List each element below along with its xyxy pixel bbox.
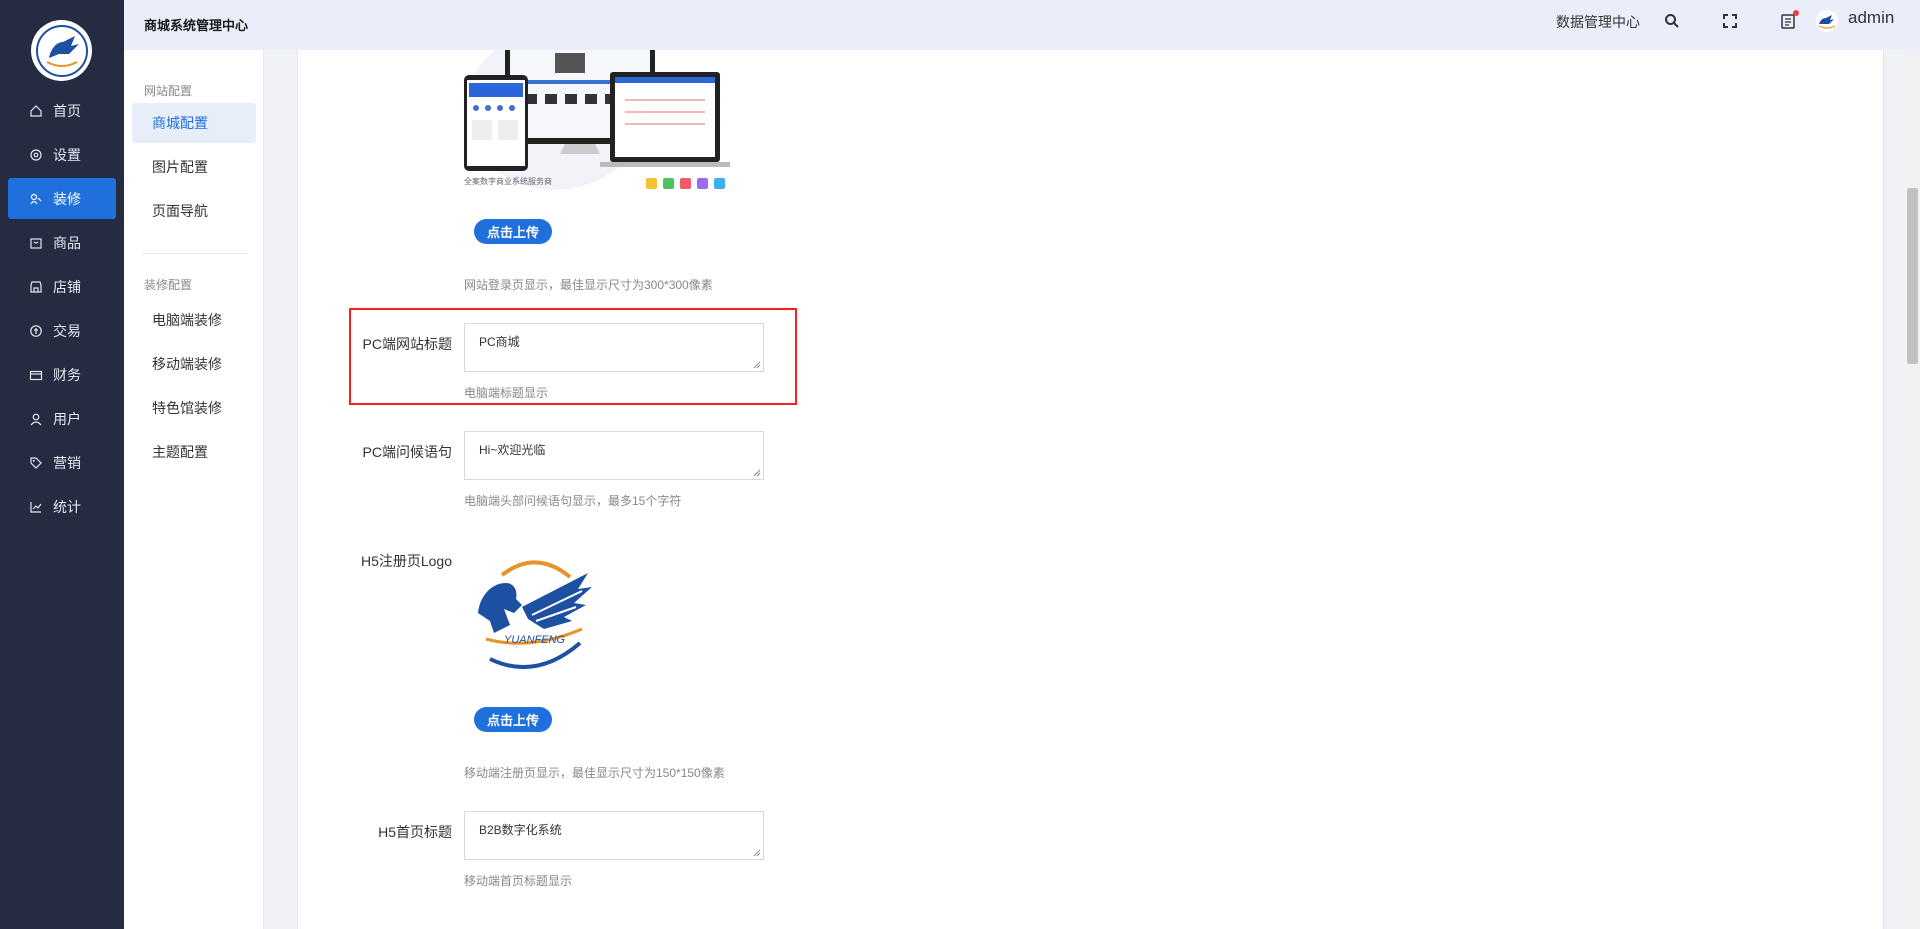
submenu-group-site: 网站配置: [144, 84, 193, 98]
finance-icon: [28, 367, 44, 383]
scrollbar-thumb[interactable]: [1907, 188, 1918, 364]
submenu-item-pc-decorate[interactable]: 电脑端装修: [132, 300, 256, 340]
system-title: 商城系统管理中心: [144, 18, 249, 33]
h5-logo-label: H5注册页Logo: [360, 553, 452, 569]
user-icon: [28, 411, 44, 427]
nav-label: 商品: [53, 234, 81, 251]
fullscreen-icon[interactable]: [1720, 11, 1740, 31]
chart-icon: [28, 499, 44, 515]
home-icon: [28, 103, 44, 119]
nav-item-decorate[interactable]: 装修: [8, 178, 116, 219]
nav-item-shop[interactable]: 店铺: [8, 266, 116, 307]
search-icon[interactable]: [1662, 11, 1682, 31]
login-logo-preview: [460, 50, 740, 193]
nav-item-settings[interactable]: 设置: [8, 134, 116, 175]
notification-dot: [1793, 10, 1799, 16]
h5-title-value: B2B数字化系统: [479, 823, 562, 837]
submenu-item-feature-decorate[interactable]: 特色馆装修: [132, 388, 256, 428]
submenu-label: 主题配置: [152, 444, 208, 460]
submenu-item-mobile-decorate[interactable]: 移动端装修: [132, 344, 256, 384]
resize-grip-icon[interactable]: [753, 469, 761, 477]
h5-logo-brand: YUANFENG: [504, 634, 566, 646]
login-logo-tip: 网站登录页显示，最佳显示尺寸为300*300像素: [464, 278, 713, 292]
username[interactable]: admin: [1848, 8, 1894, 28]
shop-icon: [28, 279, 44, 295]
nav-label: 装修: [53, 190, 81, 207]
upload-button-h5[interactable]: 点击上传: [474, 707, 552, 732]
submenu-label: 特色馆装修: [152, 400, 222, 416]
data-center-link[interactable]: 数据管理中心: [1556, 12, 1640, 32]
pc-greeting-label: PC端问候语句: [362, 444, 452, 460]
resize-grip-icon[interactable]: [753, 849, 761, 857]
decorate-icon: [28, 191, 44, 207]
nav-item-home[interactable]: 首页: [8, 90, 116, 131]
upload-button[interactable]: 点击上传: [474, 219, 552, 244]
nav-label: 统计: [53, 498, 81, 515]
nav-item-stats[interactable]: 统计: [8, 486, 116, 527]
pc-greeting-value: Hi~欢迎光临: [479, 443, 546, 457]
left-nav: 首页 设置 装修 商品 店铺 交易 财务 用户 营销 统计: [0, 0, 124, 929]
sub-menu: 网站配置 商城配置 图片配置 页面导航 装修配置 电脑端装修 移动端装修 特色馆…: [124, 50, 264, 929]
nav-label: 营销: [53, 454, 81, 471]
nav-label: 财务: [53, 366, 81, 383]
submenu-item-mall-config[interactable]: 商城配置: [132, 103, 256, 143]
submenu-item-page-nav[interactable]: 页面导航: [132, 191, 256, 231]
nav-item-finance[interactable]: 财务: [8, 354, 116, 395]
submenu-group-decorate: 装修配置: [144, 278, 193, 292]
brand-logo[interactable]: [31, 20, 92, 81]
nav-item-marketing[interactable]: 营销: [8, 442, 116, 483]
goods-icon: [28, 235, 44, 251]
nav-item-goods[interactable]: 商品: [8, 222, 116, 263]
nav-item-user[interactable]: 用户: [8, 398, 116, 439]
submenu-label: 商城配置: [152, 115, 208, 131]
nav-label: 交易: [53, 322, 81, 339]
h5-title-input[interactable]: B2B数字化系统: [464, 811, 764, 860]
scrollbar-track[interactable]: [1904, 50, 1920, 929]
nav-label: 用户: [53, 410, 81, 427]
submenu-label: 图片配置: [152, 159, 208, 175]
h5-title-tip: 移动端首页标题显示: [464, 874, 573, 888]
nav-label: 设置: [53, 146, 81, 163]
notification-icon[interactable]: [1778, 10, 1799, 31]
pc-greeting-tip: 电脑端头部问候语句显示，最多15个字符: [464, 494, 682, 508]
nav-label: 店铺: [53, 278, 81, 295]
avatar[interactable]: [1816, 10, 1838, 32]
top-header: 商城系统管理中心 数据管理中心 admin: [124, 0, 1920, 50]
pc-greeting-input[interactable]: Hi~欢迎光临: [464, 431, 764, 480]
submenu-label: 页面导航: [152, 203, 208, 219]
gear-icon: [28, 147, 44, 163]
submenu-label: 电脑端装修: [152, 312, 222, 328]
login-logo-caption: 全案数字商业系统服务商: [464, 177, 552, 186]
submenu-divider: [142, 253, 248, 254]
submenu-label: 移动端装修: [152, 356, 222, 372]
nav-label: 首页: [53, 102, 81, 119]
h5-logo-tip: 移动端注册页显示，最佳显示尺寸为150*150像素: [464, 766, 725, 780]
tag-icon: [28, 455, 44, 471]
submenu-item-theme-config[interactable]: 主题配置: [132, 432, 256, 472]
trade-icon: [28, 323, 44, 339]
h5-logo-preview: YUANFENG: [470, 555, 602, 670]
h5-title-label: H5首页标题: [378, 824, 452, 840]
highlight-box: [349, 308, 797, 405]
submenu-item-image-config[interactable]: 图片配置: [132, 147, 256, 187]
nav-item-trade[interactable]: 交易: [8, 310, 116, 351]
